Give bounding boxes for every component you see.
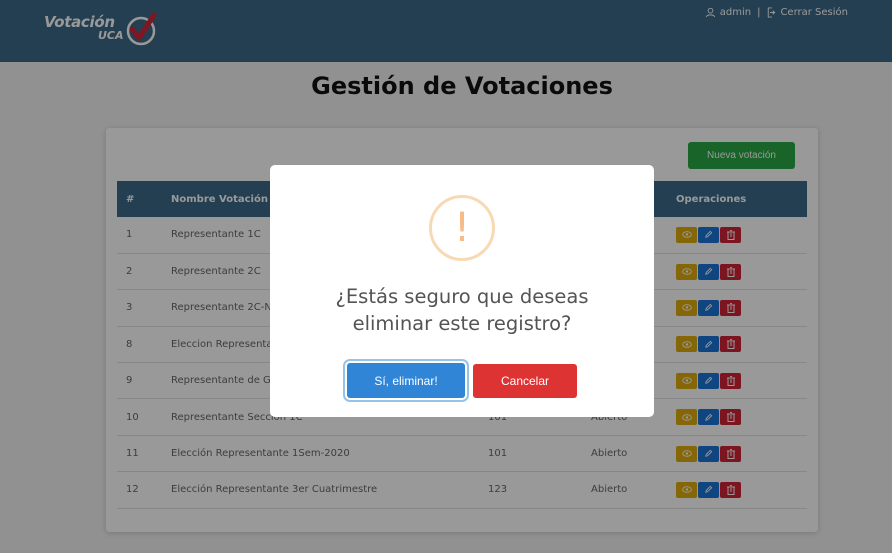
dialog-message-line1: ¿Estás seguro que deseas	[335, 285, 589, 308]
warning-icon: !	[429, 195, 495, 261]
cancel-button[interactable]: Cancelar	[473, 364, 577, 398]
confirm-delete-dialog: ! ¿Estás seguro que deseas eliminar este…	[270, 165, 654, 417]
dialog-message-line2: eliminar este registro?	[352, 312, 572, 335]
dialog-message: ¿Estás seguro que deseas eliminar este r…	[270, 283, 654, 337]
confirm-delete-button[interactable]: Sí, eliminar!	[347, 363, 465, 398]
